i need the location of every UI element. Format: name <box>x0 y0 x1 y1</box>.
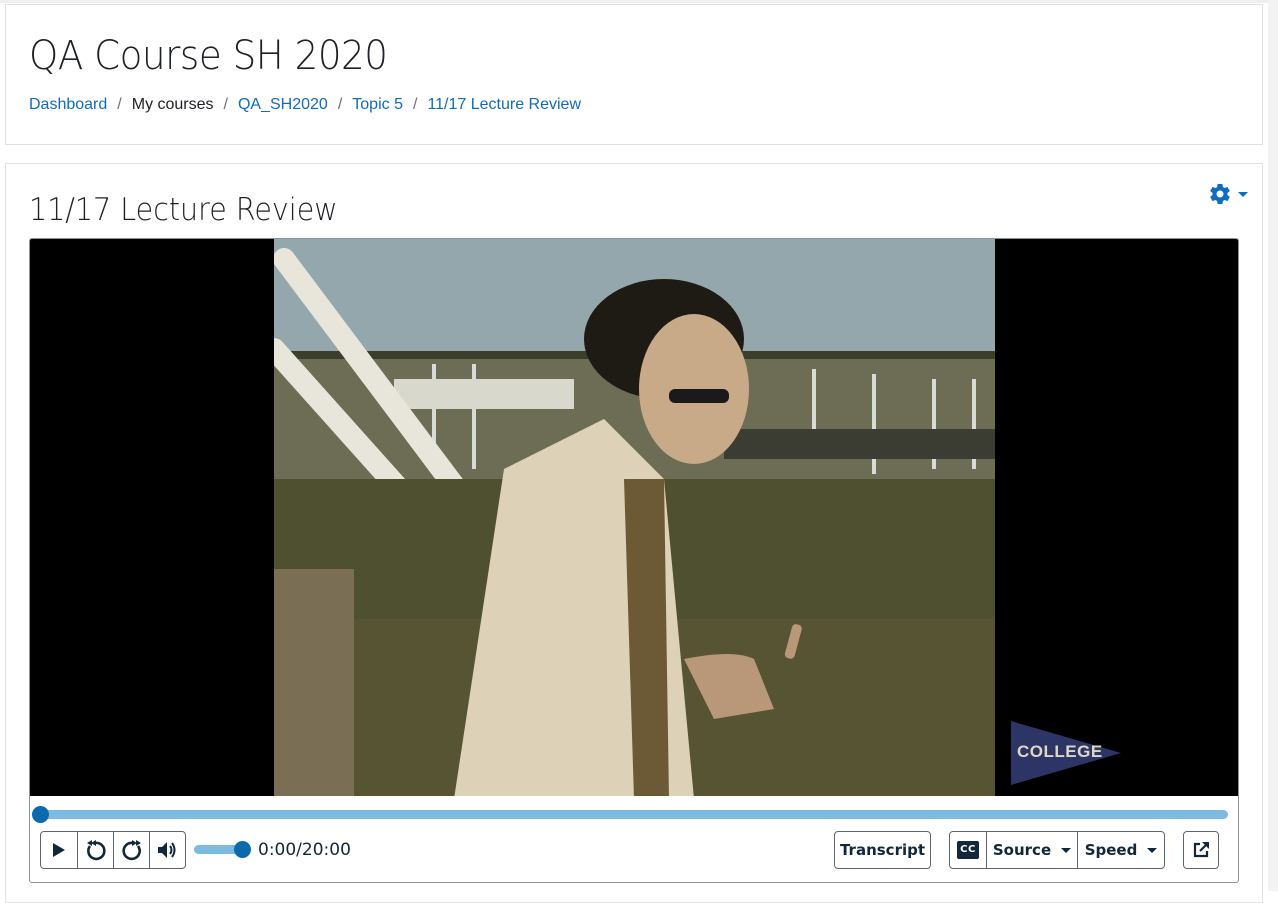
chevron-down-icon <box>1147 847 1158 853</box>
page-header: QA Course SH 2020 Dashboard / My courses… <box>5 4 1263 145</box>
playback-controls <box>40 831 186 869</box>
activity-card: 11/17 Lecture Review COLLEGE 0:00/20:00 … <box>5 163 1263 903</box>
page-title: QA Course SH 2020 <box>29 33 388 79</box>
speed-label: Speed <box>1084 841 1138 859</box>
forward-icon <box>121 840 141 861</box>
top-edge <box>0 0 1278 3</box>
play-icon <box>53 843 65 857</box>
player-controls: 0:00/20:00 Transcript CC Source Speed <box>40 831 1228 869</box>
source-label: Source <box>992 841 1052 859</box>
gear-icon <box>1210 184 1230 205</box>
breadcrumb-topic[interactable]: Topic 5 <box>352 96 403 114</box>
play-button[interactable] <box>41 832 78 868</box>
caption-source-speed-group: CC Source Speed <box>949 831 1165 869</box>
progress-bar[interactable] <box>32 806 1228 823</box>
video-frame <box>274 239 995 796</box>
chevron-down-icon <box>1238 191 1248 197</box>
breadcrumb-activity[interactable]: 11/17 Lecture Review <box>427 96 581 114</box>
forward-button[interactable] <box>114 832 150 868</box>
breadcrumb-my-courses: My courses <box>131 96 214 113</box>
chevron-down-icon <box>1061 847 1072 853</box>
activity-title: 11/17 Lecture Review <box>29 192 338 228</box>
breadcrumb-separator: / <box>412 96 418 113</box>
popout-button[interactable] <box>1184 832 1218 868</box>
transcript-button[interactable]: Transcript <box>835 832 930 868</box>
page-scrollbar[interactable] <box>1268 0 1278 891</box>
progress-handle[interactable] <box>32 806 49 823</box>
speed-dropdown[interactable]: Speed <box>1078 832 1164 868</box>
breadcrumb-separator: / <box>117 96 122 113</box>
video-display[interactable]: COLLEGE <box>30 239 1238 796</box>
video-watermark: COLLEGE <box>1017 742 1103 761</box>
external-link-icon <box>1193 842 1209 858</box>
video-frame-image <box>274 239 995 796</box>
volume-slider[interactable] <box>194 841 251 858</box>
captions-button[interactable]: CC <box>950 832 987 868</box>
breadcrumb: Dashboard / My courses / QA_SH2020 / Top… <box>29 96 581 114</box>
rewind-button[interactable] <box>78 832 114 868</box>
time-display: 0:00/20:00 <box>258 840 351 860</box>
breadcrumb-course[interactable]: QA_SH2020 <box>238 96 328 114</box>
source-dropdown[interactable]: Source <box>987 832 1078 868</box>
breadcrumb-dashboard[interactable]: Dashboard <box>29 96 107 114</box>
volume-icon <box>157 842 175 858</box>
activity-settings-menu[interactable] <box>1208 182 1248 206</box>
volume-button[interactable] <box>150 832 185 868</box>
breadcrumb-separator: / <box>337 96 343 113</box>
breadcrumb-separator: / <box>223 96 228 113</box>
cc-icon: CC <box>957 841 979 859</box>
volume-handle[interactable] <box>234 841 251 858</box>
popout-group <box>1183 831 1219 869</box>
video-player: COLLEGE 0:00/20:00 Transcript CC Source … <box>29 238 1239 883</box>
rewind-icon <box>86 840 106 861</box>
transcript-group: Transcript <box>834 831 931 869</box>
